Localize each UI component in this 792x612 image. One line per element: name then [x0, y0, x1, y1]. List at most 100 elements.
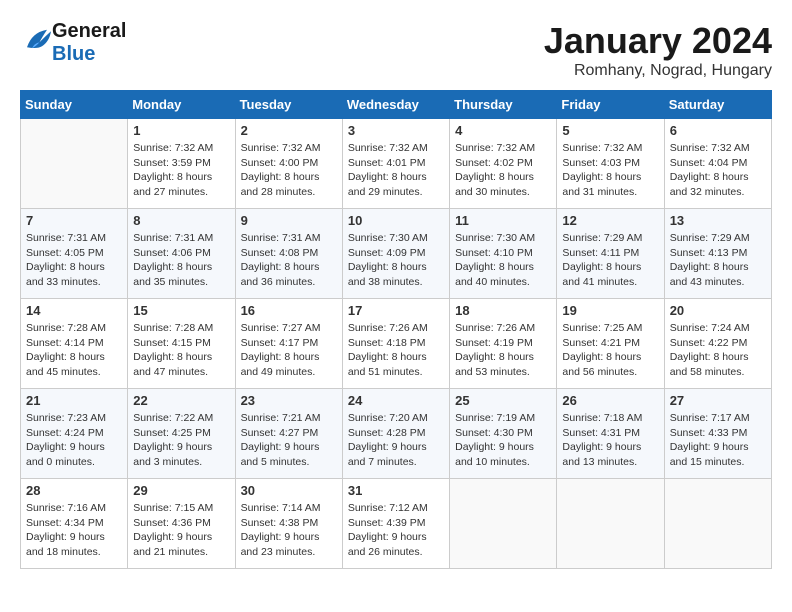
day-number: 30: [241, 483, 337, 498]
day-number: 19: [562, 303, 658, 318]
table-row: [450, 479, 557, 569]
table-row: [557, 479, 664, 569]
day-info: Sunrise: 7:32 AMSunset: 3:59 PMDaylight:…: [133, 141, 229, 200]
day-number: 8: [133, 213, 229, 228]
table-row: 2 Sunrise: 7:32 AMSunset: 4:00 PMDaylight…: [235, 119, 342, 209]
page-header: General Blue January 2024 Romhany, Nogra…: [20, 20, 772, 80]
day-number: 2: [241, 123, 337, 138]
header-wednesday: Wednesday: [342, 91, 449, 119]
day-info: Sunrise: 7:30 AMSunset: 4:09 PMDaylight:…: [348, 231, 444, 290]
header-monday: Monday: [128, 91, 235, 119]
table-row: 16 Sunrise: 7:27 AMSunset: 4:17 PMDayligh…: [235, 299, 342, 389]
day-info: Sunrise: 7:31 AMSunset: 4:08 PMDaylight:…: [241, 231, 337, 290]
calendar-table: Sunday Monday Tuesday Wednesday Thursday…: [20, 90, 772, 569]
day-info: Sunrise: 7:25 AMSunset: 4:21 PMDaylight:…: [562, 321, 658, 380]
table-row: 31Sunrise: 7:12 AMSunset: 4:39 PMDayligh…: [342, 479, 449, 569]
day-number: 16: [241, 303, 337, 318]
day-info: Sunrise: 7:32 AMSunset: 4:04 PMDaylight:…: [670, 141, 766, 200]
day-number: 27: [670, 393, 766, 408]
table-row: 22 Sunrise: 7:22 AMSunset: 4:25 PMDayligh…: [128, 389, 235, 479]
day-info: Sunrise: 7:17 AMSunset: 4:33 PMDaylight:…: [670, 411, 766, 470]
day-number: 22: [133, 393, 229, 408]
calendar-week-row: 14 Sunrise: 7:28 AMSunset: 4:14 PMDayligh…: [21, 299, 772, 389]
day-number: 21: [26, 393, 122, 408]
day-number: 13: [670, 213, 766, 228]
table-row: 25 Sunrise: 7:19 AMSunset: 4:30 PMDayligh…: [450, 389, 557, 479]
table-row: 4Sunrise: 7:32 AMSunset: 4:02 PMDaylight…: [450, 119, 557, 209]
day-info: Sunrise: 7:21 AMSunset: 4:27 PMDaylight:…: [241, 411, 337, 470]
table-row: 8 Sunrise: 7:31 AMSunset: 4:06 PMDaylight…: [128, 209, 235, 299]
table-row: 13 Sunrise: 7:29 AMSunset: 4:13 PMDayligh…: [664, 209, 771, 299]
day-info: Sunrise: 7:24 AMSunset: 4:22 PMDaylight:…: [670, 321, 766, 380]
table-row: 23 Sunrise: 7:21 AMSunset: 4:27 PMDayligh…: [235, 389, 342, 479]
table-row: 7Sunrise: 7:31 AMSunset: 4:05 PMDaylight…: [21, 209, 128, 299]
day-number: 29: [133, 483, 229, 498]
day-info: Sunrise: 7:31 AMSunset: 4:05 PMDaylight:…: [26, 231, 122, 290]
table-row: 9 Sunrise: 7:31 AMSunset: 4:08 PMDaylight…: [235, 209, 342, 299]
day-info: Sunrise: 7:26 AMSunset: 4:18 PMDaylight:…: [348, 321, 444, 380]
day-number: 5: [562, 123, 658, 138]
header-friday: Friday: [557, 91, 664, 119]
table-row: 28 Sunrise: 7:16 AMSunset: 4:34 PMDayligh…: [21, 479, 128, 569]
day-info: Sunrise: 7:19 AMSunset: 4:30 PMDaylight:…: [455, 411, 551, 470]
day-info: Sunrise: 7:15 AMSunset: 4:36 PMDaylight:…: [133, 501, 229, 560]
logo-icon: [22, 27, 52, 55]
month-year-title: January 2024: [544, 20, 772, 62]
day-number: 15: [133, 303, 229, 318]
day-info: Sunrise: 7:32 AMSunset: 4:00 PMDaylight:…: [241, 141, 337, 200]
table-row: 11Sunrise: 7:30 AMSunset: 4:10 PMDayligh…: [450, 209, 557, 299]
table-row: 3 Sunrise: 7:32 AMSunset: 4:01 PMDaylight…: [342, 119, 449, 209]
header-thursday: Thursday: [450, 91, 557, 119]
day-number: 23: [241, 393, 337, 408]
header-saturday: Saturday: [664, 91, 771, 119]
day-info: Sunrise: 7:30 AMSunset: 4:10 PMDaylight:…: [455, 231, 551, 290]
logo: General Blue: [20, 20, 126, 66]
table-row: 10 Sunrise: 7:30 AMSunset: 4:09 PMDayligh…: [342, 209, 449, 299]
day-number: 17: [348, 303, 444, 318]
day-info: Sunrise: 7:26 AMSunset: 4:19 PMDaylight:…: [455, 321, 551, 380]
calendar-week-row: 21Sunrise: 7:23 AMSunset: 4:24 PMDayligh…: [21, 389, 772, 479]
calendar-header-row: Sunday Monday Tuesday Wednesday Thursday…: [21, 91, 772, 119]
day-number: 14: [26, 303, 122, 318]
day-info: Sunrise: 7:18 AMSunset: 4:31 PMDaylight:…: [562, 411, 658, 470]
calendar-week-row: 7Sunrise: 7:31 AMSunset: 4:05 PMDaylight…: [21, 209, 772, 299]
day-number: 10: [348, 213, 444, 228]
day-number: 4: [455, 123, 551, 138]
day-number: 24: [348, 393, 444, 408]
day-number: 12: [562, 213, 658, 228]
header-sunday: Sunday: [21, 91, 128, 119]
day-number: 20: [670, 303, 766, 318]
day-number: 31: [348, 483, 444, 498]
day-info: Sunrise: 7:28 AMSunset: 4:15 PMDaylight:…: [133, 321, 229, 380]
day-info: Sunrise: 7:16 AMSunset: 4:34 PMDaylight:…: [26, 501, 122, 560]
table-row: 19 Sunrise: 7:25 AMSunset: 4:21 PMDayligh…: [557, 299, 664, 389]
day-info: Sunrise: 7:22 AMSunset: 4:25 PMDaylight:…: [133, 411, 229, 470]
table-row: 15 Sunrise: 7:28 AMSunset: 4:15 PMDayligh…: [128, 299, 235, 389]
day-info: Sunrise: 7:29 AMSunset: 4:13 PMDaylight:…: [670, 231, 766, 290]
day-number: 25: [455, 393, 551, 408]
day-number: 28: [26, 483, 122, 498]
header-tuesday: Tuesday: [235, 91, 342, 119]
day-number: 3: [348, 123, 444, 138]
table-row: 6 Sunrise: 7:32 AMSunset: 4:04 PMDaylight…: [664, 119, 771, 209]
day-info: Sunrise: 7:27 AMSunset: 4:17 PMDaylight:…: [241, 321, 337, 380]
table-row: 1 Sunrise: 7:32 AMSunset: 3:59 PMDaylight…: [128, 119, 235, 209]
table-row: [664, 479, 771, 569]
table-row: 21Sunrise: 7:23 AMSunset: 4:24 PMDayligh…: [21, 389, 128, 479]
table-row: 26Sunrise: 7:18 AMSunset: 4:31 PMDayligh…: [557, 389, 664, 479]
day-number: 1: [133, 123, 229, 138]
day-number: 9: [241, 213, 337, 228]
day-info: Sunrise: 7:32 AMSunset: 4:01 PMDaylight:…: [348, 141, 444, 200]
table-row: 30Sunrise: 7:14 AMSunset: 4:38 PMDayligh…: [235, 479, 342, 569]
calendar-week-row: 28 Sunrise: 7:16 AMSunset: 4:34 PMDayligh…: [21, 479, 772, 569]
day-info: Sunrise: 7:28 AMSunset: 4:14 PMDaylight:…: [26, 321, 122, 380]
title-block: January 2024 Romhany, Nograd, Hungary: [544, 20, 772, 80]
day-info: Sunrise: 7:31 AMSunset: 4:06 PMDaylight:…: [133, 231, 229, 290]
table-row: 29 Sunrise: 7:15 AMSunset: 4:36 PMDayligh…: [128, 479, 235, 569]
table-row: 12Sunrise: 7:29 AMSunset: 4:11 PMDayligh…: [557, 209, 664, 299]
table-row: 14 Sunrise: 7:28 AMSunset: 4:14 PMDayligh…: [21, 299, 128, 389]
logo-text: General Blue: [52, 20, 126, 66]
day-number: 6: [670, 123, 766, 138]
table-row: 5Sunrise: 7:32 AMSunset: 4:03 PMDaylight…: [557, 119, 664, 209]
day-info: Sunrise: 7:20 AMSunset: 4:28 PMDaylight:…: [348, 411, 444, 470]
